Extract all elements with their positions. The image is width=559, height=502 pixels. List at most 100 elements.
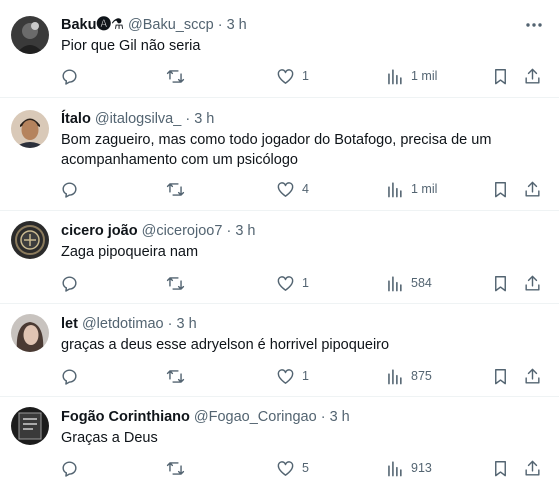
tweet-header: Fogão Corinthiano @Fogao_Coringao · 3 h — [61, 408, 350, 426]
like-button[interactable]: 1 — [276, 365, 309, 387]
views-button[interactable]: 1 mil — [385, 178, 437, 200]
tweet-item[interactable]: cicero joão @cicerojoo7 · 3 h Zaga pipoq… — [0, 211, 559, 303]
view-count: 913 — [411, 461, 432, 475]
reply-button[interactable] — [60, 272, 79, 294]
share-upload-icon — [525, 368, 540, 384]
tweet-header: cicero joão @cicerojoo7 · 3 h — [61, 222, 255, 240]
retweet-button[interactable] — [166, 457, 185, 479]
bookmark-icon — [495, 460, 506, 476]
heart-icon — [277, 368, 294, 384]
share-button[interactable] — [523, 365, 542, 387]
view-count: 584 — [411, 276, 432, 290]
reply-button[interactable] — [60, 365, 79, 387]
like-button[interactable]: 4 — [276, 178, 309, 200]
tweet-actions: 4 1 mil — [0, 178, 559, 200]
heart-icon — [277, 181, 294, 197]
timestamp[interactable]: 3 h — [227, 17, 247, 33]
bookmark-icon — [495, 181, 506, 197]
views-button[interactable]: 584 — [385, 272, 432, 294]
username-handle[interactable]: @cicerojoo7 — [142, 223, 223, 239]
bar-chart-icon — [388, 68, 402, 84]
avatar[interactable] — [11, 407, 49, 445]
avatar[interactable] — [11, 110, 49, 148]
share-upload-icon — [525, 275, 540, 291]
tweet-item[interactable]: Ítalo @italogsilva_ · 3 h Bom zagueiro, … — [0, 98, 559, 210]
bookmark-button[interactable] — [491, 272, 510, 294]
tweet-text: Bom zagueiro, mas como todo jogador do B… — [61, 130, 531, 170]
tweet-item[interactable]: Fogão Corinthiano @Fogao_Coringao · 3 h … — [0, 397, 559, 502]
retweet-button[interactable] — [166, 272, 185, 294]
bookmark-button[interactable] — [491, 457, 510, 479]
share-button[interactable] — [523, 272, 542, 294]
tweet-actions: 1 875 — [0, 365, 559, 387]
views-button[interactable]: 875 — [385, 365, 432, 387]
separator-dot: · — [226, 223, 232, 239]
timestamp[interactable]: 3 h — [194, 111, 214, 127]
speech-bubble-icon — [62, 275, 77, 292]
retweet-button[interactable] — [166, 178, 185, 200]
share-button[interactable] — [523, 178, 542, 200]
retweet-icon — [166, 461, 185, 475]
reply-button[interactable] — [60, 457, 79, 479]
reply-button[interactable] — [60, 65, 79, 87]
like-button[interactable]: 5 — [276, 457, 309, 479]
bar-chart-icon — [388, 460, 402, 476]
more-options-button[interactable] — [522, 16, 546, 34]
username-handle[interactable]: @Baku_sccp — [128, 17, 214, 33]
share-upload-icon — [525, 460, 540, 476]
username-handle[interactable]: @letdotimao — [82, 316, 164, 332]
like-count: 1 — [302, 276, 309, 290]
tweet-text: Graças a Deus — [61, 428, 531, 448]
tweet-actions: 1 584 — [0, 272, 559, 294]
view-count: 1 mil — [411, 69, 438, 83]
tweet-header: let @letdotimao · 3 h — [61, 315, 197, 333]
tweet-text-line: graças a deus esse adryelson é horrivel … — [61, 337, 390, 353]
speech-bubble-icon — [62, 368, 77, 385]
speech-bubble-icon — [62, 460, 77, 477]
retweet-button[interactable] — [166, 365, 185, 387]
display-name[interactable]: let — [61, 316, 78, 332]
views-button[interactable]: 913 — [385, 457, 432, 479]
like-count: 4 — [302, 182, 309, 196]
tweet-text-line: Zaga pipoqueira nam — [61, 244, 199, 260]
display-name[interactable]: Ítalo — [61, 111, 91, 127]
tweet-text: Pior que Gil não seria — [61, 36, 531, 56]
tweet-text-line: acompanhamento com um psicólogo — [61, 152, 298, 168]
timestamp[interactable]: 3 h — [235, 223, 255, 239]
bar-chart-icon — [388, 181, 402, 197]
share-button[interactable] — [523, 65, 542, 87]
tweet-actions: 1 1 mil — [0, 65, 559, 87]
retweet-button[interactable] — [166, 65, 185, 87]
retweet-icon — [166, 369, 185, 383]
retweet-icon — [166, 182, 185, 196]
reply-button[interactable] — [60, 178, 79, 200]
share-button[interactable] — [523, 457, 542, 479]
tweet-text-line: Graças a Deus — [61, 430, 158, 446]
views-button[interactable]: 1 mil — [385, 65, 437, 87]
username-handle[interactable]: @italogsilva_ — [95, 111, 181, 127]
display-name[interactable]: cicero joão — [61, 223, 138, 239]
tweet-item[interactable]: let @letdotimao · 3 h graças a deus esse… — [0, 304, 559, 396]
like-button[interactable]: 1 — [276, 272, 309, 294]
display-name[interactable]: Baku🅐⚗ — [61, 17, 124, 33]
like-button[interactable]: 1 — [276, 65, 309, 87]
like-count: 1 — [302, 69, 309, 83]
avatar[interactable] — [11, 16, 49, 54]
bookmark-button[interactable] — [491, 365, 510, 387]
bookmark-icon — [495, 275, 506, 291]
bar-chart-icon — [388, 368, 402, 384]
like-count: 1 — [302, 369, 309, 383]
avatar[interactable] — [11, 314, 49, 352]
tweet-item[interactable]: Baku🅐⚗ @Baku_sccp · 3 h Pior que Gil não… — [0, 0, 559, 97]
share-upload-icon — [525, 68, 540, 84]
share-upload-icon — [525, 181, 540, 197]
avatar[interactable] — [11, 221, 49, 259]
bookmark-button[interactable] — [491, 178, 510, 200]
bookmark-button[interactable] — [491, 65, 510, 87]
view-count: 875 — [411, 369, 432, 383]
timestamp[interactable]: 3 h — [330, 409, 350, 425]
separator-dot: · — [185, 111, 191, 127]
display-name[interactable]: Fogão Corinthiano — [61, 409, 190, 425]
username-handle[interactable]: @Fogao_Coringao — [194, 409, 317, 425]
timestamp[interactable]: 3 h — [176, 316, 196, 332]
